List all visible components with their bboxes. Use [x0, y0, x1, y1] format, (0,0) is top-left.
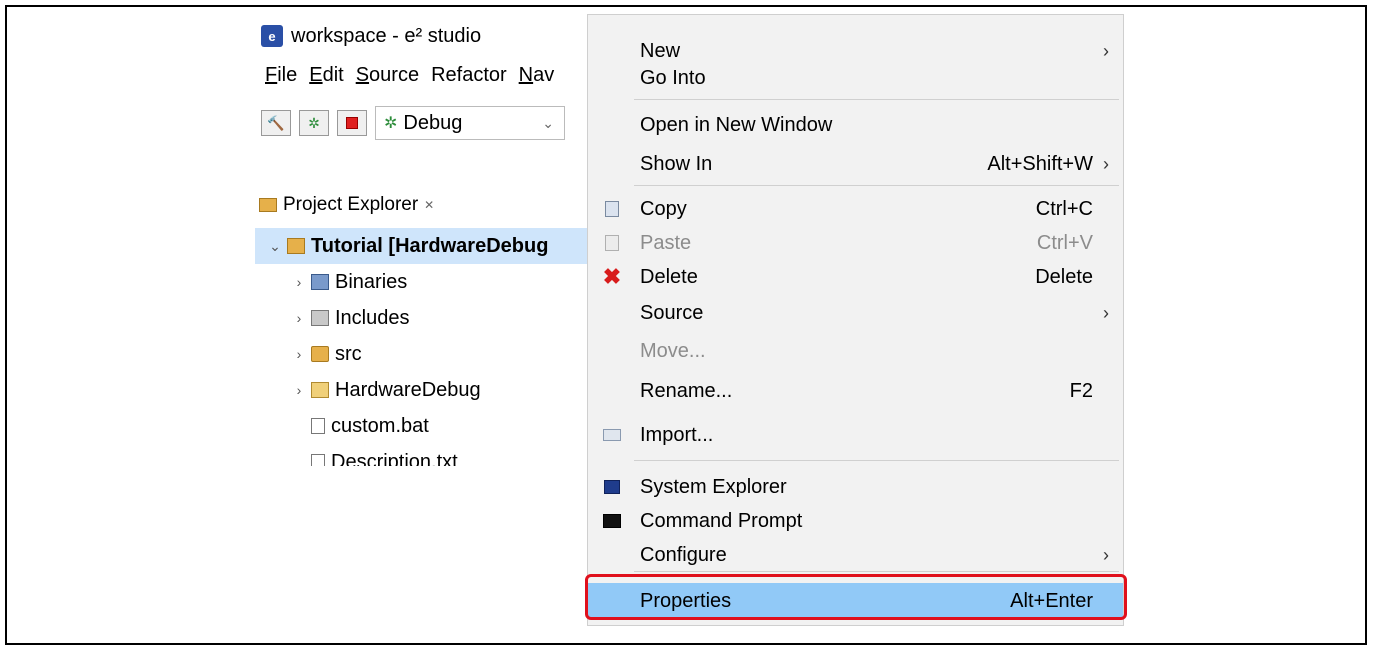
file-icon — [311, 454, 325, 466]
menu-separator — [634, 460, 1119, 461]
window-title: workspace - e² studio — [291, 24, 482, 47]
tree-item-label: src — [335, 342, 362, 365]
menu-item-import[interactable]: Import... — [588, 417, 1123, 453]
tree-item[interactable]: › src — [255, 336, 595, 372]
binaries-icon — [311, 274, 329, 290]
system-explorer-icon — [602, 477, 622, 497]
stop-icon — [346, 117, 358, 129]
menu-item-nav[interactable]: Nav — [519, 64, 555, 87]
copy-icon — [602, 199, 622, 219]
expand-chevron-icon[interactable]: › — [287, 310, 311, 326]
menu-item-show-in[interactable]: Show In Alt+Shift+W › — [588, 146, 1123, 182]
paste-icon — [602, 233, 622, 253]
menu-bar: File Edit Source Refactor Nav — [265, 64, 554, 87]
menu-item-label: Source — [640, 301, 704, 324]
expand-chevron-icon[interactable]: › — [287, 382, 311, 398]
stop-button[interactable] — [337, 110, 367, 136]
highlight-annotation — [585, 574, 1127, 620]
expand-chevron-icon[interactable]: › — [287, 274, 311, 290]
project-explorer-icon — [259, 198, 277, 212]
menu-item-paste: Paste Ctrl+V — [588, 225, 1123, 261]
menu-shortcut: Ctrl+C — [1035, 197, 1093, 220]
menu-item-label: Move... — [640, 339, 706, 362]
expand-chevron-icon[interactable]: ⌄ — [263, 238, 287, 255]
menu-item-label: Show In — [640, 152, 713, 175]
submenu-arrow-icon: › — [1103, 302, 1109, 323]
tree-item[interactable]: Description.txt — [255, 444, 595, 466]
project-icon — [287, 238, 305, 254]
bug-icon: ✲ — [384, 115, 398, 132]
menu-item-move: Move... — [588, 333, 1123, 369]
chevron-down-icon: ⌄ — [542, 114, 554, 131]
folder-icon — [311, 382, 329, 398]
project-tree: ⌄ Tutorial [HardwareDebug › Binaries › Includ… — [255, 228, 595, 466]
tree-item-label: Tutorial [HardwareDebug — [311, 234, 549, 257]
menu-item-label: Go Into — [640, 66, 706, 89]
tree-item-label: Includes — [335, 306, 410, 329]
menu-item-label: Delete — [640, 265, 698, 288]
menu-shortcut: Delete — [1035, 265, 1093, 288]
menu-item-open-in-new-window[interactable]: Open in New Window — [588, 107, 1123, 143]
tree-item-label: custom.bat — [331, 414, 429, 437]
launch-config-select[interactable]: ✲ Debug ⌄ — [375, 106, 565, 140]
menu-item-label: Open in New Window — [640, 113, 833, 136]
tab-label: Project Explorer — [283, 194, 419, 215]
submenu-arrow-icon: › — [1103, 153, 1109, 174]
menu-item-rename[interactable]: Rename... F2 — [588, 373, 1123, 409]
includes-icon — [311, 310, 329, 326]
menu-item-source[interactable]: Source — [356, 64, 419, 87]
source-folder-icon — [311, 346, 329, 362]
menu-shortcut: F2 — [1069, 379, 1093, 402]
tree-item-label: Description.txt — [331, 450, 458, 467]
file-icon — [311, 418, 325, 434]
tree-item[interactable]: › Includes — [255, 300, 595, 336]
import-icon — [602, 425, 622, 445]
build-hammer-icon[interactable]: 🔨 — [261, 110, 291, 136]
menu-separator — [634, 99, 1119, 100]
menu-item-go-into[interactable]: Go Into — [588, 60, 1123, 96]
tab-project-explorer[interactable]: Project Explorer ✕ — [259, 194, 434, 216]
debug-bug-icon[interactable]: ✲ — [299, 110, 329, 136]
menu-item-label: Paste — [640, 231, 692, 254]
menu-separator — [634, 571, 1119, 572]
eclipse-window: e workspace - e² studio File Edit Source Re… — [255, 14, 595, 466]
tree-item[interactable]: › Binaries — [255, 264, 595, 300]
tree-item-label: HardwareDebug — [335, 378, 481, 401]
tree-item[interactable]: ⌄ Tutorial [HardwareDebug — [255, 228, 595, 264]
e2-studio-app-icon: e — [261, 25, 283, 47]
menu-item-delete[interactable]: ✖ Delete Delete — [588, 259, 1123, 295]
menu-item-system-explorer[interactable]: System Explorer — [588, 469, 1123, 505]
menu-item-copy[interactable]: Copy Ctrl+C — [588, 191, 1123, 227]
menu-item-file[interactable]: File — [265, 64, 297, 87]
menu-item-source[interactable]: Source › — [588, 295, 1123, 331]
menu-item-configure[interactable]: Configure › — [588, 537, 1123, 573]
tree-item[interactable]: custom.bat — [255, 408, 595, 444]
menu-item-command-prompt[interactable]: Command Prompt — [588, 503, 1123, 539]
menu-item-label: Rename... — [640, 379, 733, 402]
delete-icon: ✖ — [602, 264, 622, 289]
menu-shortcut: Alt+Shift+W — [987, 152, 1093, 175]
command-prompt-icon — [602, 511, 622, 531]
menu-shortcut: Ctrl+V — [1036, 231, 1093, 254]
menu-item-label: System Explorer — [640, 475, 787, 498]
menu-item-label: Import... — [640, 423, 714, 446]
context-menu: New › Go Into Open in New Window Show In Alt+… — [587, 14, 1124, 626]
expand-chevron-icon[interactable]: › — [287, 346, 311, 362]
title-bar: e workspace - e² studio — [255, 14, 595, 58]
menu-item-edit[interactable]: Edit — [309, 64, 343, 87]
tree-item[interactable]: › HardwareDebug — [255, 372, 595, 408]
menu-item-label: Copy — [640, 197, 687, 220]
menu-item-label: Command Prompt — [640, 509, 803, 532]
close-icon[interactable]: ✕ — [424, 198, 434, 212]
menu-item-refactor[interactable]: Refactor — [431, 64, 507, 87]
launch-config-value: Debug — [403, 111, 463, 134]
submenu-arrow-icon: › — [1103, 40, 1109, 61]
toolbar: 🔨 ✲ ✲ Debug ⌄ — [261, 106, 565, 140]
submenu-arrow-icon: › — [1103, 544, 1109, 565]
menu-separator — [634, 185, 1119, 186]
tree-item-label: Binaries — [335, 270, 408, 293]
menu-item-label: Configure — [640, 543, 727, 566]
